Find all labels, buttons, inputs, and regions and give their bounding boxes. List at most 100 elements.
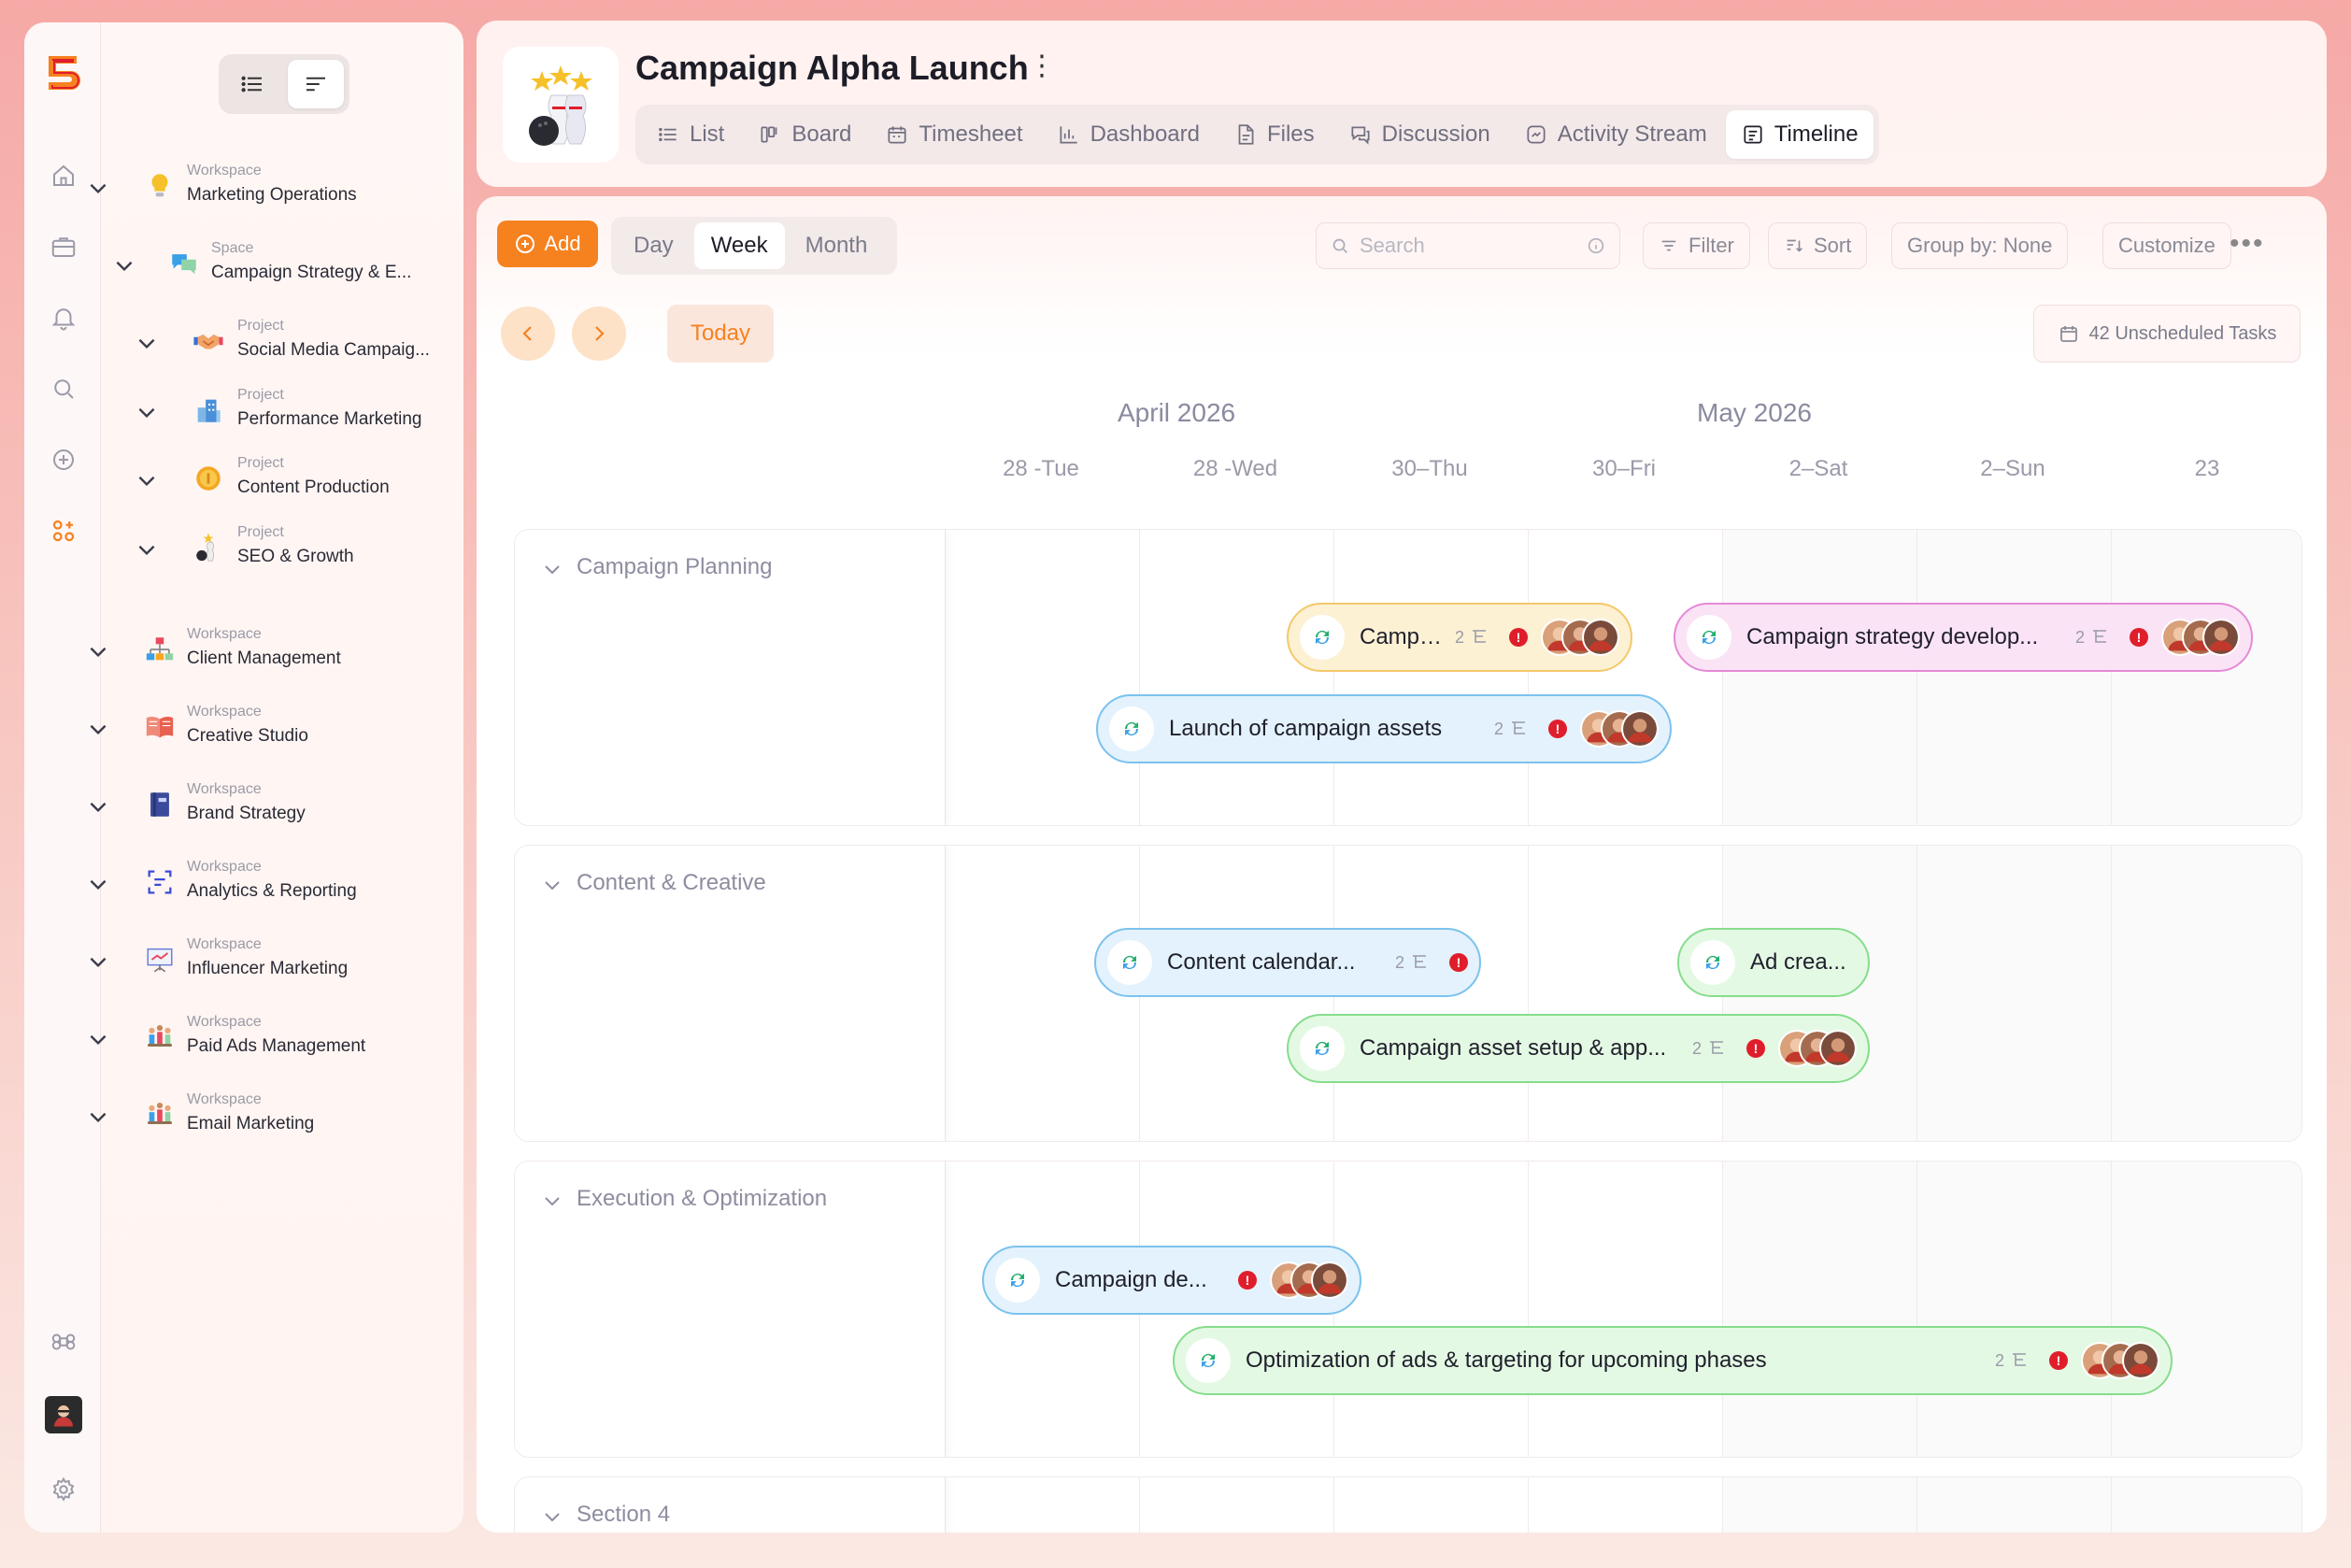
task-bar[interactable]: Campaign strategy develop... 2 ! [1674,603,2253,672]
info-icon[interactable] [1586,235,1606,256]
assignee-avatars[interactable] [1270,1262,1348,1299]
assignee-avatars[interactable] [1580,710,1659,748]
assignee-avatars[interactable] [2161,619,2240,656]
search-input[interactable]: Search [1316,222,1620,269]
chat-bubbles-icon [166,246,202,281]
tab-files[interactable]: Files [1218,110,1330,159]
bell-icon[interactable] [47,301,80,335]
briefcase-icon[interactable] [47,230,80,264]
chevron-down-icon[interactable] [86,176,110,200]
sidebar-tree-item[interactable]: Project Performance Marketing [101,387,463,443]
tab-timeline[interactable]: Timeline [1725,110,1874,159]
sidebar-tree-item[interactable]: Workspace Creative Studio [90,704,463,760]
customize-button[interactable]: Customize [2102,222,2231,269]
home-icon[interactable] [47,159,80,192]
subtask-count: 2 [2074,627,2085,647]
range-month[interactable]: Month [789,222,885,269]
tree-item-name: Performance Marketing [237,409,422,429]
plus-circle-icon[interactable] [47,443,80,477]
chevron-right-icon [595,326,605,341]
chevron-down-icon[interactable] [135,400,159,424]
sort-label: Sort [1814,234,1852,257]
chevron-down-icon[interactable] [86,639,110,663]
tab-timesheet[interactable]: Timesheet [870,110,1037,159]
chevron-down-icon[interactable] [86,717,110,741]
section-title: Content & Creative [577,870,766,895]
chevron-down-icon[interactable] [86,1027,110,1051]
subtask-count: 2 [1994,1350,2004,1370]
task-bar[interactable]: Content calendar... 2 ! [1094,928,1481,997]
more-horizontal-icon[interactable]: ••• [2230,228,2265,260]
grid-column [1528,1162,1722,1457]
chevron-down-icon[interactable] [135,537,159,562]
assignee-avatars[interactable] [1541,619,1619,656]
unscheduled-tasks-button[interactable]: 42 Unscheduled Tasks [2033,305,2301,363]
grid-column [1528,846,1722,1141]
task-bar[interactable]: Campaig... 2 ! [1287,603,1632,672]
more-vertical-icon[interactable]: ⋮ [1028,52,1056,80]
handshake-icon [191,323,226,359]
range-switcher: Day Week Month [611,217,897,275]
sort-button[interactable]: Sort [1768,222,1868,269]
chevron-down-icon[interactable] [86,794,110,819]
tab-activity-stream[interactable]: Activity Stream [1509,110,1722,159]
chevron-down-icon[interactable] [541,1505,563,1528]
sidebar-tree-item[interactable]: Space Campaign Strategy & E... [101,240,463,296]
sidebar-tree-item[interactable]: Workspace Influencer Marketing [90,936,463,992]
tab-list[interactable]: List [641,110,739,159]
sidebar-tree-item[interactable]: Workspace Paid Ads Management [90,1014,463,1070]
group-by-button[interactable]: Group by: None [1891,222,2069,269]
sidebar-tree-item[interactable]: Project Social Media Campaig... [101,318,463,374]
tree-view-button[interactable] [288,60,344,108]
sidebar-tree-item[interactable]: Project SEO & Growth [101,524,463,580]
task-bar[interactable]: Campaign asset setup & app... 2 ! [1287,1014,1870,1083]
app-logo-icon[interactable] [43,52,84,97]
tree-item-name: SEO & Growth [237,547,354,566]
sidebar-tree-item[interactable]: Workspace Marketing Operations [90,163,463,219]
tree-item-name: Influencer Marketing [187,959,349,978]
task-bar[interactable]: Campaign de... ! [982,1246,1361,1315]
assignee-avatars[interactable] [1778,1030,1857,1067]
chevron-down-icon[interactable] [86,872,110,896]
customize-label: Customize [2118,234,2216,257]
apps-icon[interactable] [47,514,80,548]
tree-item-kind: Workspace [187,781,262,797]
filter-button[interactable]: Filter [1643,222,1750,269]
tree-item-kind: Workspace [187,163,262,178]
task-bar[interactable]: Optimization of ads & targeting for upco… [1173,1326,2173,1395]
grid-column [1528,1477,1722,1532]
task-bar[interactable]: Launch of campaign assets 2 ! [1096,694,1672,763]
today-button[interactable]: Today [667,305,774,363]
section-title: Section 4 [577,1502,671,1527]
chevron-down-icon[interactable] [135,468,159,492]
chevron-down-icon[interactable] [541,874,563,896]
search-icon[interactable] [47,372,80,406]
timeline-section: Execution & Optimization Campaign de... … [514,1161,2302,1458]
chevron-down-icon[interactable] [541,558,563,580]
next-button[interactable] [572,306,626,361]
chevron-down-icon[interactable] [86,1105,110,1129]
sidebar-tree-item[interactable]: Workspace Brand Strategy [90,781,463,837]
sidebar-tree-item[interactable]: Workspace Client Management [90,626,463,682]
tab-dashboard[interactable]: Dashboard [1042,110,1215,159]
task-bar[interactable]: Ad crea... [1677,928,1870,997]
chevron-down-icon[interactable] [541,1190,563,1212]
range-day[interactable]: Day [617,222,691,269]
command-icon[interactable] [47,1325,80,1359]
list-view-button[interactable] [224,60,280,108]
range-week[interactable]: Week [693,222,785,269]
chevron-down-icon[interactable] [135,331,159,355]
chevron-down-icon[interactable] [112,253,136,278]
previous-button[interactable] [501,306,555,361]
sidebar-tree-item[interactable]: Project Content Production [101,455,463,511]
sidebar-tree-item[interactable]: Workspace Email Marketing [90,1091,463,1147]
tab-discussion[interactable]: Discussion [1333,110,1505,159]
grid-column [945,1477,1139,1532]
sidebar-tree-item[interactable]: Workspace Analytics & Reporting [90,859,463,915]
assignee-avatars[interactable] [2081,1342,2159,1379]
chevron-down-icon[interactable] [86,949,110,974]
add-button[interactable]: Add [497,221,598,267]
tab-board[interactable]: Board [743,110,866,159]
user-avatar[interactable] [45,1396,82,1433]
settings-gear-icon[interactable] [47,1473,80,1506]
